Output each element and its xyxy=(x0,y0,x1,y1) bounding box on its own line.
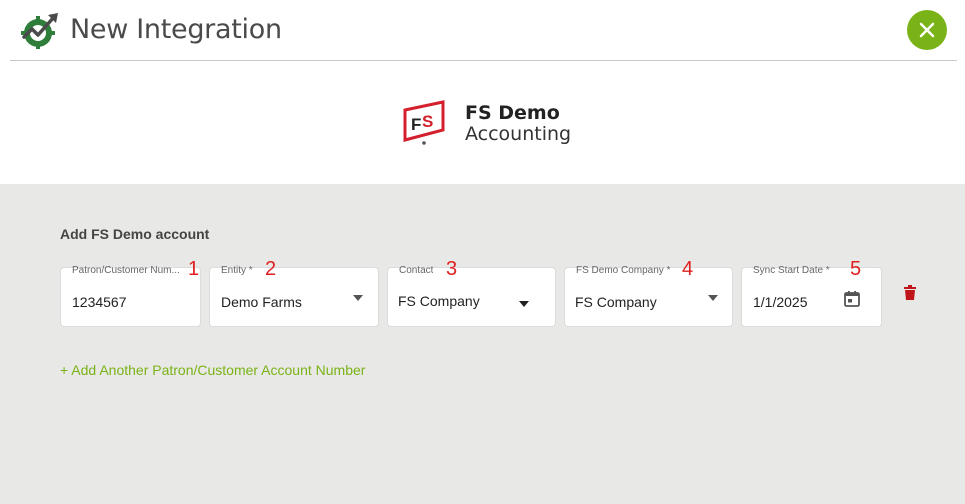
close-icon xyxy=(919,22,935,38)
fs-demo-company-select[interactable]: FS Demo Company * FS Company xyxy=(565,265,732,326)
brand-subtitle: Accounting xyxy=(465,123,572,145)
field-label: Entity * xyxy=(221,265,253,276)
svg-text:S: S xyxy=(422,112,433,131)
add-another-account-link[interactable]: + Add Another Patron/Customer Account Nu… xyxy=(60,362,365,378)
field-label: FS Demo Company * xyxy=(576,265,671,276)
delete-icon[interactable] xyxy=(903,285,917,301)
dialog-title: New Integration xyxy=(70,14,282,45)
field-label: Patron/Customer Num... xyxy=(72,265,180,276)
app-logo-icon xyxy=(18,11,60,49)
field-value: FS Company xyxy=(575,294,657,310)
field-value: Demo Farms xyxy=(221,294,302,310)
field-label: Sync Start Date * xyxy=(753,265,830,276)
brand-name: FS Demo xyxy=(465,102,560,124)
close-button[interactable] xyxy=(907,10,947,50)
svg-text:F: F xyxy=(411,115,421,134)
account-form-panel: Add FS Demo account Patron/Customer Num.… xyxy=(0,184,965,504)
field-value: FS Company xyxy=(398,293,480,309)
dialog-header: New Integration xyxy=(0,0,965,62)
marker-number: 3 xyxy=(446,258,458,280)
integration-brand: F S FS Demo Accounting xyxy=(403,100,603,150)
fs-logo-icon: F S xyxy=(403,100,449,146)
field-value: 1234567 xyxy=(72,294,127,310)
patron-number-field[interactable]: Patron/Customer Num... 1234567 xyxy=(61,265,200,326)
marker-number: 1 xyxy=(188,258,200,280)
header-divider xyxy=(10,60,957,61)
section-title: Add FS Demo account xyxy=(60,226,210,242)
chevron-down-icon xyxy=(519,301,529,307)
calendar-icon[interactable] xyxy=(843,290,861,308)
marker-number: 5 xyxy=(850,258,862,280)
marker-number: 4 xyxy=(682,258,694,280)
field-label: Contact xyxy=(399,265,434,276)
contact-select[interactable]: Contact FS Company xyxy=(388,265,555,326)
entity-select[interactable]: Entity * Demo Farms xyxy=(210,265,378,326)
marker-number: 2 xyxy=(265,258,277,280)
chevron-down-icon xyxy=(353,295,363,301)
chevron-down-icon xyxy=(708,295,718,301)
field-value: 1/1/2025 xyxy=(753,294,808,310)
